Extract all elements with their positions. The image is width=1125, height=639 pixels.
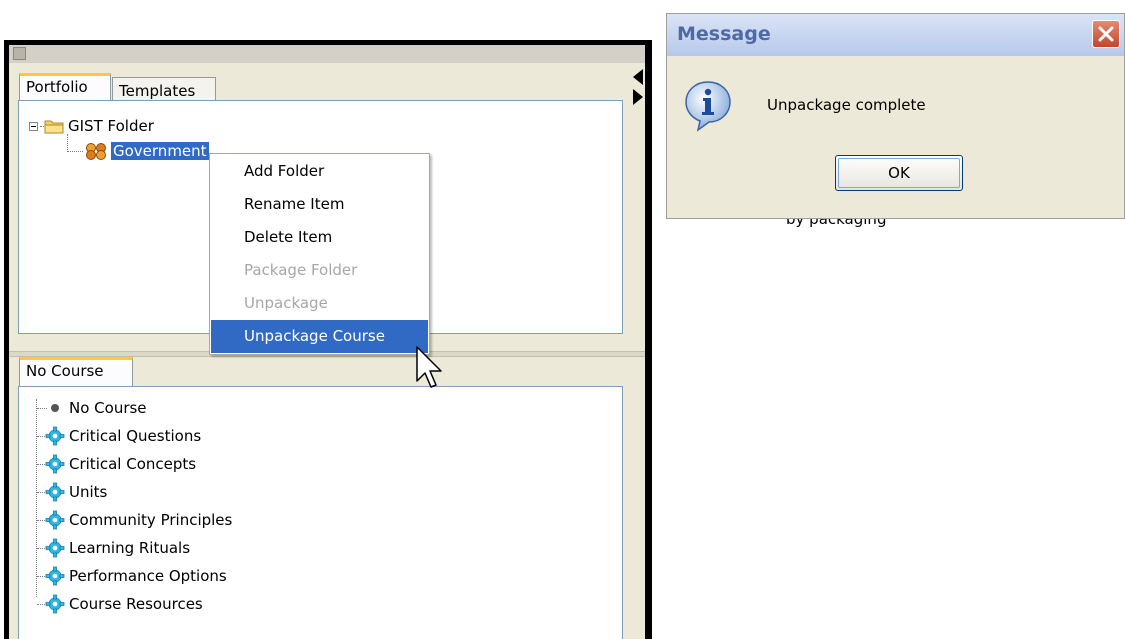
tree-item-label: Critical Questions — [69, 427, 202, 445]
tree-item-label: Performance Options — [69, 567, 227, 585]
panel-header-bar — [9, 45, 645, 63]
tree-item-gist-folder[interactable]: GIST Folder — [29, 115, 154, 137]
tree-item-label: Learning Rituals — [69, 539, 191, 557]
tree-item-label: Units — [69, 483, 108, 501]
tab-templates[interactable]: Templates — [112, 77, 216, 101]
info-icon — [685, 81, 731, 132]
folder-icon — [44, 120, 64, 134]
tree-item-government[interactable]: Government — [85, 140, 209, 162]
course-tree-pane: No Course Critical Questions Critical Co… — [18, 386, 623, 639]
menu-item-package-folder: Package Folder — [244, 261, 358, 279]
message-dialog: Message Unpackage complete OK — [666, 13, 1125, 219]
gear-icon — [45, 454, 65, 474]
bullet-icon — [51, 404, 59, 412]
dialog-titlebar[interactable]: Message — [667, 14, 1124, 56]
tree-item-label: Course Resources — [69, 595, 203, 613]
menu-item-add-folder[interactable]: Add Folder — [211, 155, 428, 188]
close-button[interactable] — [1092, 20, 1120, 48]
tree-item-units[interactable]: Units — [37, 481, 107, 503]
tree-item-label: GIST Folder — [68, 117, 154, 135]
tree-item-label: Government — [111, 142, 209, 160]
tree-item-critical-concepts[interactable]: Critical Concepts — [37, 453, 196, 475]
dialog-title: Message — [677, 23, 771, 45]
tab-label: No Course — [26, 362, 104, 380]
gear-icon — [45, 538, 65, 558]
tab-label: Templates — [119, 82, 196, 100]
tree-item-community-principles[interactable]: Community Principles — [37, 509, 232, 531]
menu-item-unpackage-course[interactable]: Unpackage Course — [211, 320, 428, 353]
tree-item-critical-questions[interactable]: Critical Questions — [37, 425, 201, 447]
gear-icon — [45, 566, 65, 586]
close-icon — [1098, 26, 1114, 42]
menu-item-delete-item[interactable]: Delete Item — [211, 221, 428, 254]
obscured-background-text: by packaging — [786, 219, 906, 227]
tab-no-course[interactable]: No Course — [19, 357, 133, 387]
collapse-toggle-icon[interactable] — [29, 121, 38, 131]
collapse-arrows-icon[interactable] — [631, 67, 645, 107]
tree-item-course-resources[interactable]: Course Resources — [37, 593, 203, 615]
menu-item-unpackage: Unpackage — [244, 294, 328, 312]
tree-item-label: Critical Concepts — [69, 455, 197, 473]
tree-item-label: Community Principles — [69, 511, 233, 529]
gear-icon — [45, 426, 65, 446]
tree-item-no-course[interactable]: No Course — [37, 397, 147, 419]
gear-icon — [45, 510, 65, 530]
tree-item-label: No Course — [69, 399, 147, 417]
gear-icon — [45, 594, 65, 614]
context-menu: Add Folder Rename Item Delete Item Packa… — [209, 153, 430, 355]
menu-item-rename-item[interactable]: Rename Item — [211, 188, 428, 221]
ok-button-label: OK — [888, 164, 910, 182]
mouse-cursor-icon — [416, 346, 442, 388]
ok-button[interactable]: OK — [835, 155, 963, 191]
tree-item-learning-rituals[interactable]: Learning Rituals — [37, 537, 190, 559]
resize-grip-icon[interactable] — [13, 47, 26, 60]
tab-portfolio[interactable]: Portfolio — [19, 73, 111, 101]
course-package-icon — [86, 143, 106, 160]
tree-item-performance-options[interactable]: Performance Options — [37, 565, 227, 587]
gear-icon — [45, 482, 65, 502]
tab-label: Portfolio — [26, 78, 88, 96]
dialog-message: Unpackage complete — [767, 96, 926, 114]
